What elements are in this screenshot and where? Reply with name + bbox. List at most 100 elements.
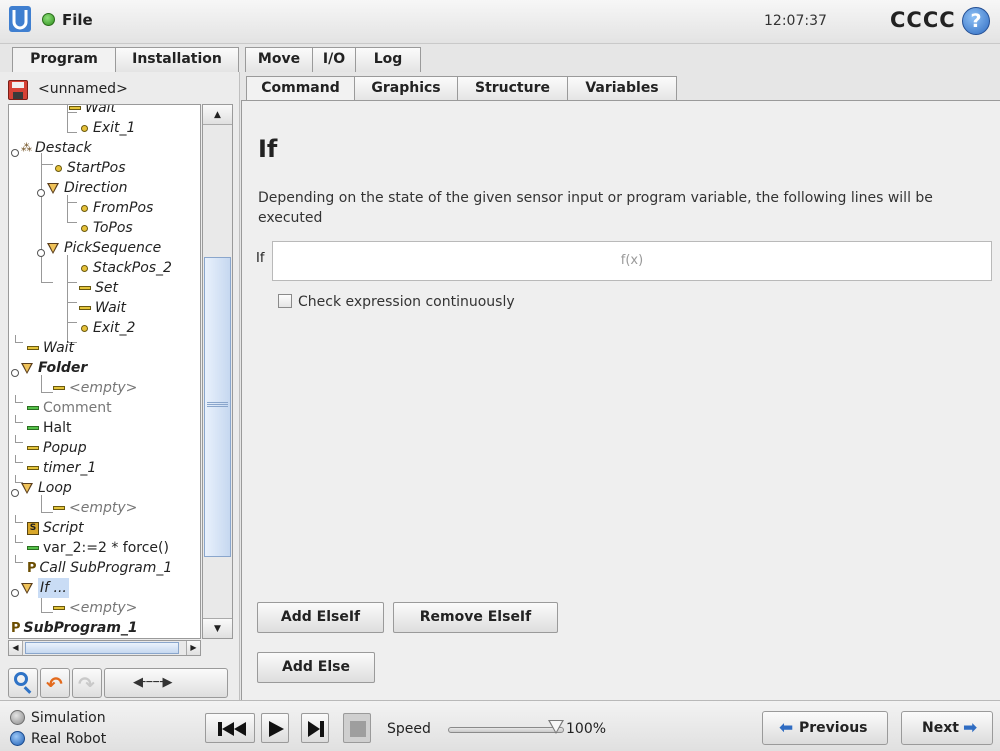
- step-button[interactable]: [301, 713, 329, 743]
- play-button[interactable]: [261, 713, 289, 743]
- ur-logo-icon: [9, 6, 31, 32]
- skip-to-start-button[interactable]: [205, 713, 255, 743]
- tree-item-wait[interactable]: Wait: [79, 298, 126, 318]
- pattern-icon: ⁂: [21, 141, 32, 154]
- waypoint-icon: [81, 124, 88, 132]
- folder-triangle-icon: [21, 582, 33, 594]
- speed-label: Speed: [387, 721, 431, 737]
- speed-slider-knob[interactable]: [548, 720, 564, 734]
- waypoint-icon: [81, 224, 88, 232]
- tree-item-assignment[interactable]: var_2:=2 * force(): [27, 538, 169, 558]
- tab-variables[interactable]: Variables: [567, 76, 677, 101]
- tree-item-popup[interactable]: Popup: [27, 438, 87, 458]
- search-icon: [14, 672, 28, 686]
- tree-horizontal-scrollbar[interactable]: ◀ ▶: [8, 640, 201, 656]
- bar-icon: [53, 506, 65, 510]
- tree-item-wait[interactable]: Wait: [69, 105, 116, 118]
- tab-io[interactable]: I/O: [312, 47, 356, 72]
- bar-icon: [69, 106, 81, 110]
- tree-item-set[interactable]: Set: [79, 278, 118, 298]
- tree-item-folder[interactable]: Folder: [21, 358, 87, 378]
- next-button[interactable]: Next ➡: [901, 711, 993, 745]
- waypoint-icon: [55, 164, 62, 172]
- scroll-thumb[interactable]: [204, 257, 231, 557]
- tab-installation[interactable]: Installation: [115, 47, 239, 72]
- command-panel: Command Graphics Structure Variables If …: [241, 72, 1000, 700]
- simulation-option[interactable]: Simulation: [10, 710, 106, 726]
- description: Depending on the state of the given sens…: [258, 190, 933, 226]
- tab-move[interactable]: Move: [245, 47, 313, 72]
- tab-log[interactable]: Log: [355, 47, 421, 72]
- tab-command[interactable]: Command: [246, 76, 355, 102]
- real-robot-option[interactable]: Real Robot: [10, 731, 106, 747]
- tree-item-direction[interactable]: Direction: [47, 178, 128, 198]
- tree-item-exit[interactable]: Exit_1: [81, 118, 135, 138]
- waypoint-icon: [81, 324, 88, 332]
- robot-name: CCCC: [890, 8, 956, 32]
- call-icon: P: [27, 561, 37, 576]
- tree-item-if[interactable]: If ...: [21, 578, 69, 598]
- bar-icon: [27, 346, 39, 350]
- redo-button[interactable]: ↷: [72, 668, 102, 698]
- tree-item-empty[interactable]: <empty>: [53, 598, 137, 618]
- move-node-button[interactable]: ◀╌╌╌▶: [104, 668, 228, 698]
- bar-icon: [53, 386, 65, 390]
- tree-item-destack[interactable]: ⁂ Destack: [21, 138, 92, 158]
- scroll-up-icon[interactable]: ▲: [203, 105, 232, 125]
- previous-button[interactable]: ⬅ Previous: [762, 711, 888, 745]
- help-icon[interactable]: ?: [962, 7, 990, 35]
- speed-value: 100%: [566, 721, 607, 737]
- folder-triangle-icon: [47, 242, 59, 254]
- search-button[interactable]: [8, 668, 38, 698]
- bar-icon: [79, 286, 91, 290]
- tree-item-topos[interactable]: ToPos: [81, 218, 133, 238]
- move-arrows-icon: ◀╌╌╌▶: [133, 675, 172, 690]
- radio-icon: [10, 731, 25, 746]
- tree-item-frompos[interactable]: FromPos: [81, 198, 153, 218]
- tree-item-empty[interactable]: <empty>: [53, 378, 137, 398]
- tree-item-stackpos[interactable]: StackPos_2: [81, 258, 172, 278]
- check-continuously-row[interactable]: Check expression continuously: [278, 294, 515, 310]
- tree-item-picksequence[interactable]: PickSequence: [47, 238, 161, 258]
- tree-item-script[interactable]: S Script: [27, 518, 84, 538]
- tree-item-timer[interactable]: timer_1: [27, 458, 96, 478]
- bar-icon: [27, 546, 39, 550]
- scroll-left-icon[interactable]: ◀: [9, 641, 23, 655]
- tree-item-exit[interactable]: Exit_2: [81, 318, 135, 338]
- page-title: If: [258, 135, 278, 163]
- tab-graphics[interactable]: Graphics: [354, 76, 458, 101]
- scroll-right-icon[interactable]: ▶: [186, 641, 200, 655]
- expression-input[interactable]: f(x): [272, 241, 992, 281]
- tree-item-call-subprogram[interactable]: P Call SubProgram_1: [27, 558, 172, 578]
- main-tabs: Program Installation Move I/O Log: [0, 44, 1000, 73]
- check-continuously-checkbox[interactable]: [278, 294, 292, 308]
- tree-item-halt[interactable]: Halt: [27, 418, 72, 438]
- tab-structure[interactable]: Structure: [457, 76, 568, 101]
- arrow-left-icon: ⬅: [779, 718, 794, 738]
- tree-item-empty[interactable]: <empty>: [53, 498, 137, 518]
- tree-item-wait[interactable]: Wait: [27, 338, 74, 358]
- stop-button[interactable]: [343, 713, 371, 743]
- bar-icon: [53, 606, 65, 610]
- speed-slider[interactable]: [448, 727, 564, 733]
- tab-program[interactable]: Program: [12, 47, 116, 73]
- remove-elseif-button[interactable]: Remove ElseIf: [393, 602, 558, 633]
- scroll-thumb[interactable]: [25, 642, 179, 654]
- tree-vertical-scrollbar[interactable]: ▲ ▼: [202, 104, 233, 639]
- program-tree[interactable]: Wait Exit_1 ⁂ Destack StartPos Direction …: [8, 104, 201, 639]
- grip-icon: [207, 402, 228, 403]
- tree-item-comment[interactable]: Comment: [27, 398, 112, 418]
- scroll-down-icon[interactable]: ▼: [203, 618, 232, 638]
- radio-icon: [10, 710, 25, 725]
- tree-item-subprogram[interactable]: P SubProgram_1: [11, 618, 138, 638]
- tree-item-loop[interactable]: Loop: [21, 478, 72, 498]
- save-icon[interactable]: [8, 80, 28, 100]
- file-menu[interactable]: File: [62, 11, 93, 29]
- add-else-button[interactable]: Add Else: [257, 652, 375, 683]
- undo-button[interactable]: ↶: [40, 668, 70, 698]
- play-icon: [269, 721, 284, 737]
- tree-item-startpos[interactable]: StartPos: [55, 158, 126, 178]
- add-elseif-button[interactable]: Add ElseIf: [257, 602, 384, 633]
- program-name-bar: <unnamed>: [8, 78, 230, 102]
- waypoint-icon: [81, 264, 88, 272]
